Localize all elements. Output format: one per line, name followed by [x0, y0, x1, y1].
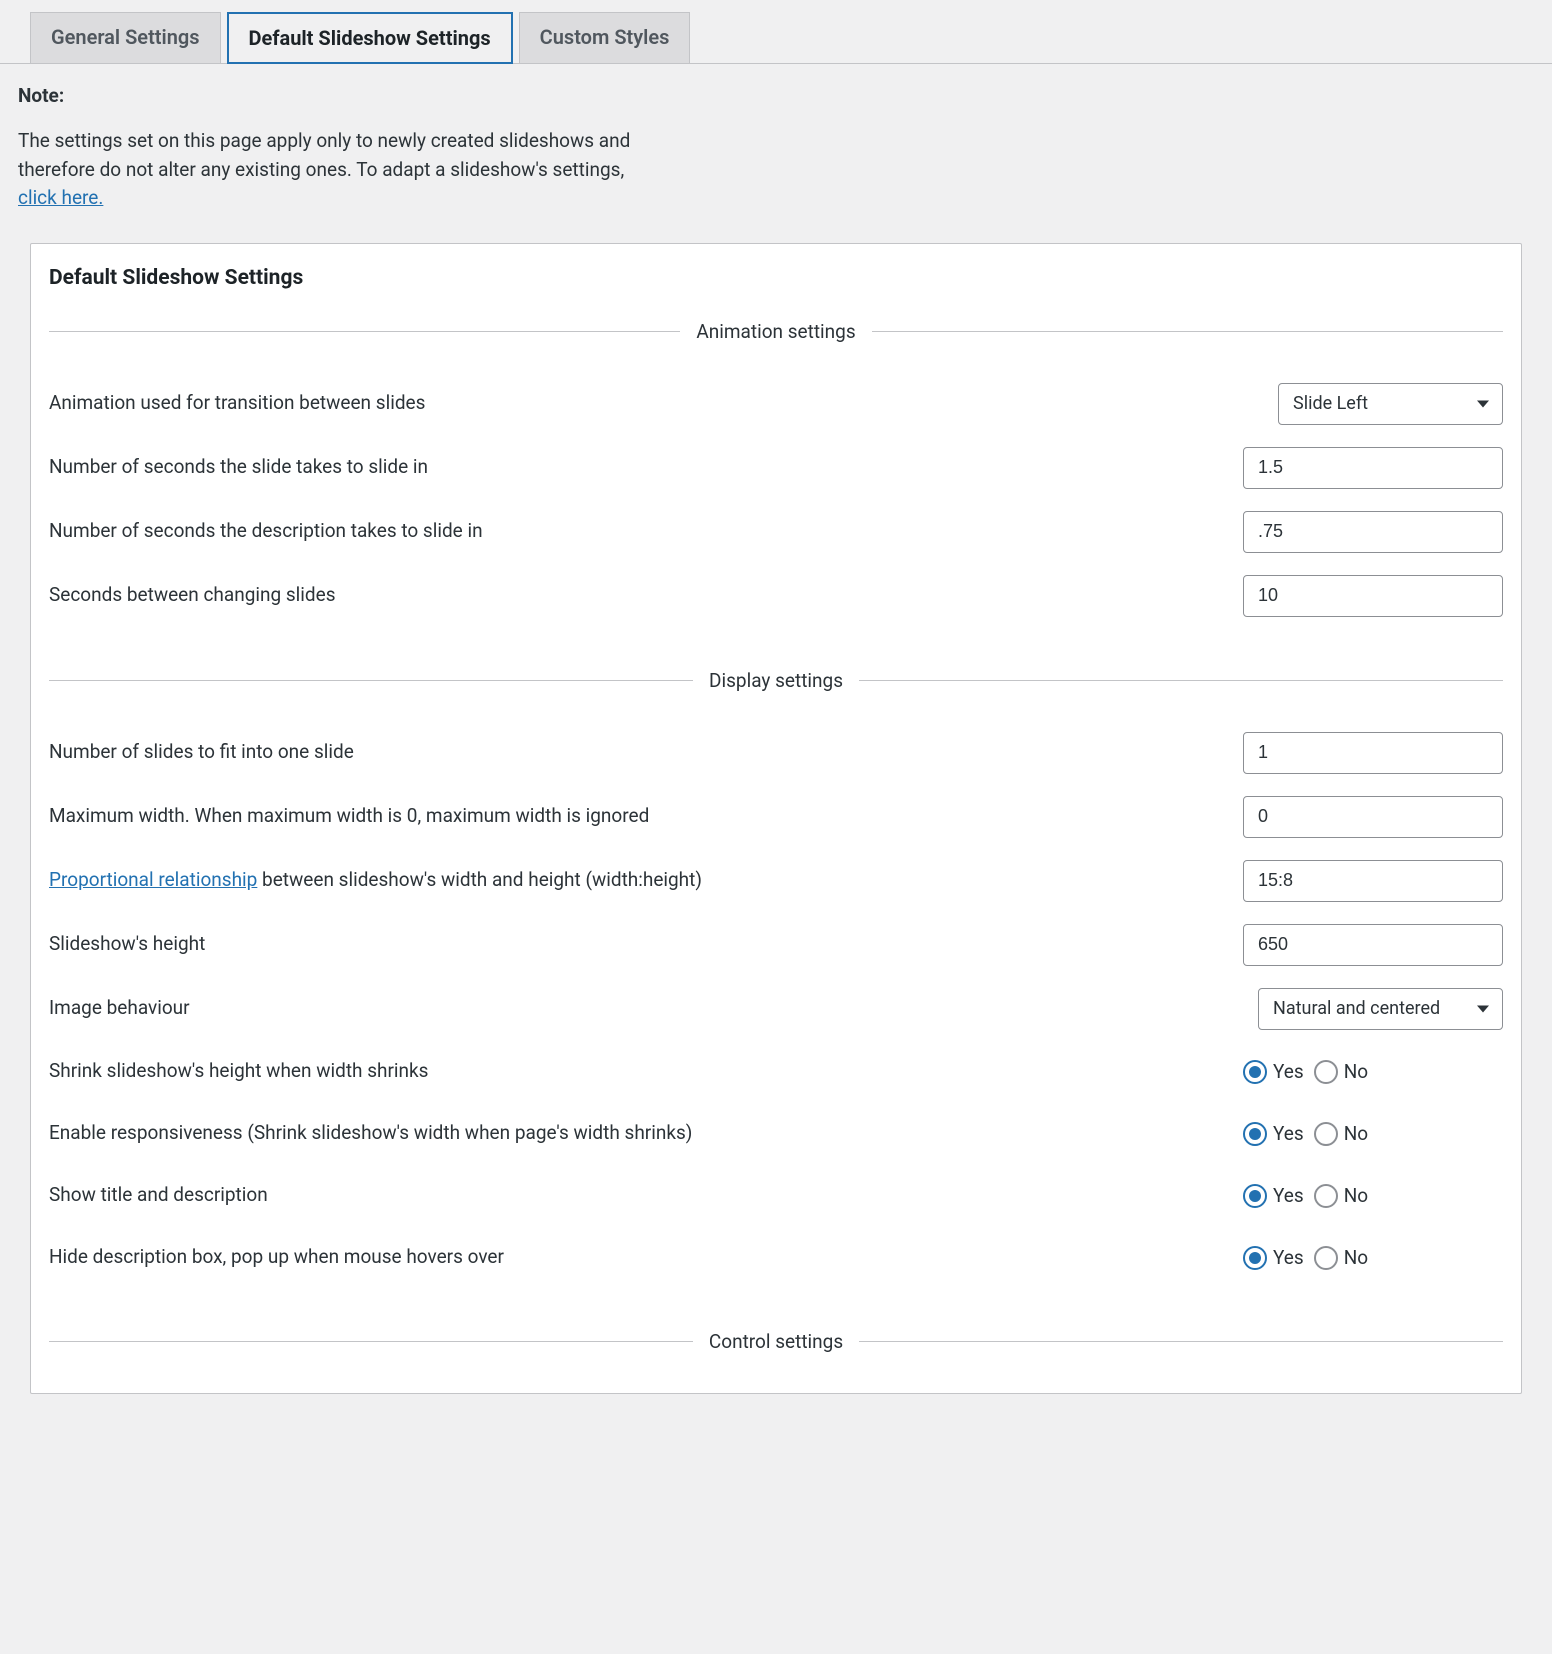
row-height: Slideshow's height	[31, 924, 1521, 966]
tab-general-settings[interactable]: General Settings	[30, 12, 221, 64]
input-slide-seconds[interactable]	[1243, 447, 1503, 489]
radio-icon	[1243, 1184, 1267, 1208]
input-desc-seconds[interactable]	[1243, 511, 1503, 553]
row-image-behaviour: Image behaviour Natural and centered	[31, 988, 1521, 1030]
row-show-title: Show title and description Yes No	[31, 1176, 1521, 1216]
section-control-header: Control settings	[49, 1330, 1503, 1353]
radio-no-label: No	[1344, 1246, 1368, 1269]
label-animation-transition: Animation used for transition between sl…	[49, 390, 1278, 417]
tab-default-slideshow-settings[interactable]: Default Slideshow Settings	[227, 12, 513, 64]
note-body: The settings set on this page apply only…	[18, 129, 630, 181]
radio-icon	[1243, 1246, 1267, 1270]
radio-hide-desc-no[interactable]: No	[1314, 1246, 1368, 1270]
section-control-label: Control settings	[693, 1330, 859, 1353]
row-shrink-height: Shrink slideshow's height when width shr…	[31, 1052, 1521, 1092]
row-between-seconds: Seconds between changing slides	[31, 575, 1521, 617]
select-animation-transition[interactable]: Slide Left	[1278, 383, 1503, 425]
radio-show-title-yes[interactable]: Yes	[1243, 1184, 1304, 1208]
radio-icon	[1314, 1122, 1338, 1146]
panel-title: Default Slideshow Settings	[31, 244, 1521, 320]
radio-show-title-no[interactable]: No	[1314, 1184, 1368, 1208]
radio-group-show-title: Yes No	[1243, 1184, 1503, 1208]
label-image-behaviour: Image behaviour	[49, 995, 1258, 1022]
label-slide-seconds: Number of seconds the slide takes to sli…	[49, 454, 1243, 481]
radio-group-hide-desc: Yes No	[1243, 1246, 1503, 1270]
tab-bar: General Settings Default Slideshow Setti…	[0, 0, 1552, 64]
section-display-label: Display settings	[693, 669, 859, 692]
radio-shrink-height-no[interactable]: No	[1314, 1060, 1368, 1084]
section-animation-header: Animation settings	[49, 320, 1503, 343]
row-desc-seconds: Number of seconds the description takes …	[31, 511, 1521, 553]
select-image-behaviour[interactable]: Natural and centered	[1258, 988, 1503, 1030]
link-proportional-relationship[interactable]: Proportional relationship	[49, 868, 257, 891]
note-section: Note: The settings set on this page appl…	[0, 64, 680, 243]
input-height[interactable]	[1243, 924, 1503, 966]
label-proportional-rest: between slideshow's width and height (wi…	[257, 868, 702, 891]
row-num-slides: Number of slides to fit into one slide	[31, 732, 1521, 774]
section-display-header: Display settings	[49, 669, 1503, 692]
radio-shrink-height-yes[interactable]: Yes	[1243, 1060, 1304, 1084]
radio-no-label: No	[1344, 1122, 1368, 1145]
label-show-title: Show title and description	[49, 1182, 1243, 1209]
note-text: The settings set on this page apply only…	[18, 127, 662, 213]
radio-icon	[1314, 1184, 1338, 1208]
radio-icon	[1243, 1060, 1267, 1084]
input-max-width[interactable]	[1243, 796, 1503, 838]
row-animation-transition: Animation used for transition between sl…	[31, 383, 1521, 425]
label-proportional: Proportional relationship between slides…	[49, 867, 1243, 894]
input-proportional[interactable]	[1243, 860, 1503, 902]
label-responsiveness: Enable responsiveness (Shrink slideshow'…	[49, 1120, 1243, 1147]
label-max-width: Maximum width. When maximum width is 0, …	[49, 803, 1243, 830]
radio-no-label: No	[1344, 1060, 1368, 1083]
radio-icon	[1314, 1060, 1338, 1084]
radio-icon	[1314, 1246, 1338, 1270]
label-between-seconds: Seconds between changing slides	[49, 582, 1243, 609]
select-animation-transition-value: Slide Left	[1278, 383, 1503, 425]
row-slide-seconds: Number of seconds the slide takes to sli…	[31, 447, 1521, 489]
row-hide-desc: Hide description box, pop up when mouse …	[31, 1238, 1521, 1278]
input-num-slides[interactable]	[1243, 732, 1503, 774]
radio-yes-label: Yes	[1273, 1246, 1304, 1269]
label-shrink-height: Shrink slideshow's height when width shr…	[49, 1058, 1243, 1085]
note-link[interactable]: click here.	[18, 186, 103, 209]
radio-responsiveness-yes[interactable]: Yes	[1243, 1122, 1304, 1146]
radio-yes-label: Yes	[1273, 1184, 1304, 1207]
note-label: Note:	[18, 84, 662, 107]
label-height: Slideshow's height	[49, 931, 1243, 958]
settings-panel: Default Slideshow Settings Animation set…	[30, 243, 1522, 1394]
row-max-width: Maximum width. When maximum width is 0, …	[31, 796, 1521, 838]
row-responsiveness: Enable responsiveness (Shrink slideshow'…	[31, 1114, 1521, 1154]
row-proportional: Proportional relationship between slides…	[31, 860, 1521, 902]
label-num-slides: Number of slides to fit into one slide	[49, 739, 1243, 766]
tab-custom-styles[interactable]: Custom Styles	[519, 12, 691, 64]
section-animation-label: Animation settings	[680, 320, 871, 343]
select-image-behaviour-value: Natural and centered	[1258, 988, 1503, 1030]
input-between-seconds[interactable]	[1243, 575, 1503, 617]
radio-responsiveness-no[interactable]: No	[1314, 1122, 1368, 1146]
label-desc-seconds: Number of seconds the description takes …	[49, 518, 1243, 545]
radio-group-shrink-height: Yes No	[1243, 1060, 1503, 1084]
radio-icon	[1243, 1122, 1267, 1146]
radio-hide-desc-yes[interactable]: Yes	[1243, 1246, 1304, 1270]
label-hide-desc: Hide description box, pop up when mouse …	[49, 1244, 1243, 1271]
radio-group-responsiveness: Yes No	[1243, 1122, 1503, 1146]
radio-no-label: No	[1344, 1184, 1368, 1207]
radio-yes-label: Yes	[1273, 1122, 1304, 1145]
radio-yes-label: Yes	[1273, 1060, 1304, 1083]
